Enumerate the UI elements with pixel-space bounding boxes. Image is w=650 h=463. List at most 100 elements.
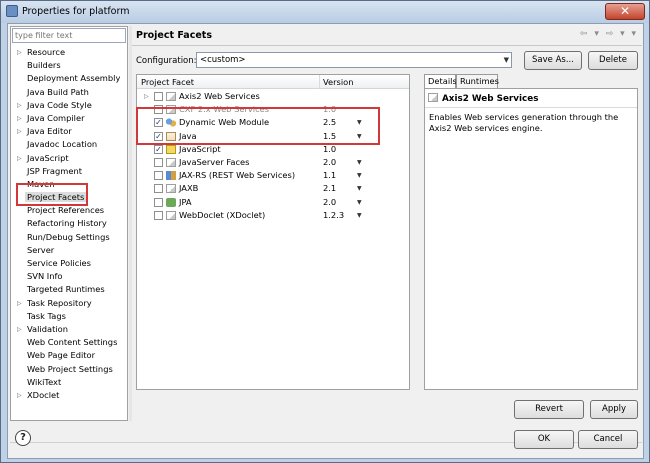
sidebar-item[interactable]: Server	[11, 244, 127, 257]
sidebar-item-label: Java Compiler	[27, 112, 85, 123]
expand-arrow-icon[interactable]: ▷	[17, 125, 22, 138]
sidebar-item[interactable]: ▷ Task Repository	[11, 297, 127, 310]
sidebar-item[interactable]: Targeted Runtimes	[11, 283, 127, 296]
title-divider	[132, 45, 642, 46]
facet-checkbox[interactable]	[154, 157, 163, 167]
expand-arrow-icon[interactable]: ▷	[17, 99, 22, 112]
facet-version[interactable]: 2.0	[323, 156, 336, 169]
sidebar-item[interactable]: Builders	[11, 59, 127, 72]
configuration-value: <custom>	[200, 55, 246, 65]
facet-name: JPA	[179, 196, 192, 207]
tab-runtimes[interactable]: Runtimes	[456, 74, 499, 88]
chevron-down-icon[interactable]: ▼	[357, 209, 362, 222]
facet-version[interactable]: 1.2.3	[323, 209, 344, 222]
sidebar-item-label: Service Policies	[27, 258, 91, 268]
sidebar-item[interactable]: Task Tags	[11, 310, 127, 323]
facet-checkbox[interactable]	[154, 171, 163, 181]
facet-name: JAXB	[179, 183, 199, 194]
title-bar[interactable]: Properties for platform ✕	[1, 1, 649, 23]
sidebar-item[interactable]: JSP Fragment	[11, 165, 127, 178]
sidebar-item[interactable]: ▷ Java Editor	[11, 125, 127, 138]
sidebar-item[interactable]: Deployment Assembly	[11, 72, 127, 85]
facet-checkbox[interactable]	[154, 210, 163, 220]
configuration-label: Configuration:	[136, 56, 197, 66]
column-header-version[interactable]: Version	[323, 77, 354, 87]
facet-row[interactable]: JAX-RS (REST Web Services) 1.1 ▼	[137, 169, 409, 182]
facet-version[interactable]: 2.0	[323, 196, 336, 209]
sidebar-item-label: Validation	[27, 323, 68, 334]
facet-row[interactable]: WebDoclet (XDoclet) 1.2.3 ▼	[137, 209, 409, 222]
sidebar-item[interactable]: Project References	[11, 204, 127, 217]
help-icon[interactable]: ?	[15, 430, 31, 446]
filter-input[interactable]	[12, 28, 126, 43]
expand-arrow-icon[interactable]: ▷	[144, 90, 149, 103]
configuration-select[interactable]: <custom> ▼	[196, 52, 512, 68]
close-window-button[interactable]: ✕	[605, 3, 645, 20]
sidebar-item[interactable]: Refactoring History	[11, 217, 127, 230]
details-body: Axis2 Web Services Enables Web services …	[424, 88, 638, 390]
sidebar-item[interactable]: Service Policies	[11, 257, 127, 270]
sidebar-item[interactable]: Java Build Path	[11, 86, 127, 99]
cancel-button[interactable]: Cancel	[578, 430, 638, 449]
history-nav-icons[interactable]: ⇦ ▾ ⇨ ▾ ▾	[580, 29, 638, 39]
facet-row[interactable]: ▷ Axis2 Web Services	[137, 90, 409, 103]
facet-icon	[166, 157, 176, 167]
sidebar-item-label: JSP Fragment	[27, 165, 82, 176]
facet-name: WebDoclet (XDoclet)	[179, 209, 266, 220]
sidebar-item[interactable]: Run/Debug Settings	[11, 231, 127, 244]
facet-checkbox[interactable]	[154, 92, 163, 101]
tab-details[interactable]: Details	[424, 74, 457, 89]
jpa-icon	[166, 197, 176, 207]
facet-checkbox[interactable]: ✓	[154, 144, 163, 154]
sidebar-item-label: Web Project Settings	[27, 363, 113, 374]
facet-checkbox[interactable]	[154, 197, 163, 207]
facet-row[interactable]: JavaServer Faces 2.0 ▼	[137, 156, 409, 169]
sidebar-item-label: Resource	[27, 47, 66, 57]
window-title: Properties for platform	[22, 6, 130, 17]
apply-button[interactable]: Apply	[590, 400, 638, 419]
sidebar-item[interactable]: Web Page Editor	[11, 349, 127, 362]
sidebar-item-label: Java Editor	[27, 126, 72, 137]
facet-row[interactable]: JAXB 2.1 ▼	[137, 182, 409, 195]
expand-arrow-icon[interactable]: ▷	[17, 112, 22, 125]
facet-name: Axis2 Web Services	[179, 91, 260, 101]
chevron-down-icon[interactable]: ▼	[357, 156, 362, 169]
sidebar-item[interactable]: Javadoc Location	[11, 138, 127, 151]
facet-row[interactable]: JPA 2.0 ▼	[137, 196, 409, 209]
sidebar-item[interactable]: Web Content Settings	[11, 336, 127, 349]
delete-button[interactable]: Delete	[588, 51, 638, 70]
expand-arrow-icon[interactable]: ▷	[17, 152, 22, 165]
sidebar-item-label: Javadoc Location	[27, 139, 98, 150]
sidebar-item[interactable]: ▷ XDoclet	[11, 389, 127, 402]
highlight-box-facets	[136, 107, 380, 145]
chevron-down-icon[interactable]: ▼	[357, 169, 362, 182]
sidebar-item[interactable]: Web Project Settings	[11, 363, 127, 376]
sidebar-item-label: Task Tags	[27, 310, 66, 321]
column-divider[interactable]	[319, 75, 320, 89]
sidebar-item[interactable]: WikiText	[11, 376, 127, 389]
expand-arrow-icon[interactable]: ▷	[17, 323, 22, 336]
sidebar-item[interactable]: SVN Info	[11, 270, 127, 283]
column-header-facet[interactable]: Project Facet	[141, 77, 194, 87]
ok-button[interactable]: OK	[514, 430, 574, 449]
sidebar-item[interactable]: ▷ Java Compiler	[11, 112, 127, 125]
save-as-button[interactable]: Save As...	[524, 51, 582, 70]
sidebar-item[interactable]: ▷ Resource	[11, 46, 127, 59]
chevron-down-icon[interactable]: ▼	[357, 182, 362, 195]
facet-icon	[428, 93, 438, 102]
expand-arrow-icon[interactable]: ▷	[17, 297, 22, 310]
sidebar-item[interactable]: ▷ JavaScript	[11, 152, 127, 165]
sidebar-item-label: Web Page Editor	[27, 350, 96, 361]
expand-arrow-icon[interactable]: ▷	[17, 46, 22, 59]
sidebar-item-label: Run/Debug Settings	[27, 231, 110, 242]
sidebar-item[interactable]: ▷ Validation	[11, 323, 127, 336]
sidebar-item[interactable]: ▷ Java Code Style	[11, 99, 127, 112]
expand-arrow-icon[interactable]: ▷	[17, 389, 22, 402]
facet-version[interactable]: 2.1	[323, 182, 336, 195]
chevron-down-icon[interactable]: ▼	[357, 196, 362, 209]
sidebar-item-label: JavaScript	[27, 152, 69, 163]
revert-button[interactable]: Revert	[514, 400, 584, 419]
facet-version[interactable]: 1.1	[323, 169, 336, 182]
facet-checkbox[interactable]	[154, 184, 163, 194]
sidebar-item-label: Builders	[27, 60, 61, 71]
